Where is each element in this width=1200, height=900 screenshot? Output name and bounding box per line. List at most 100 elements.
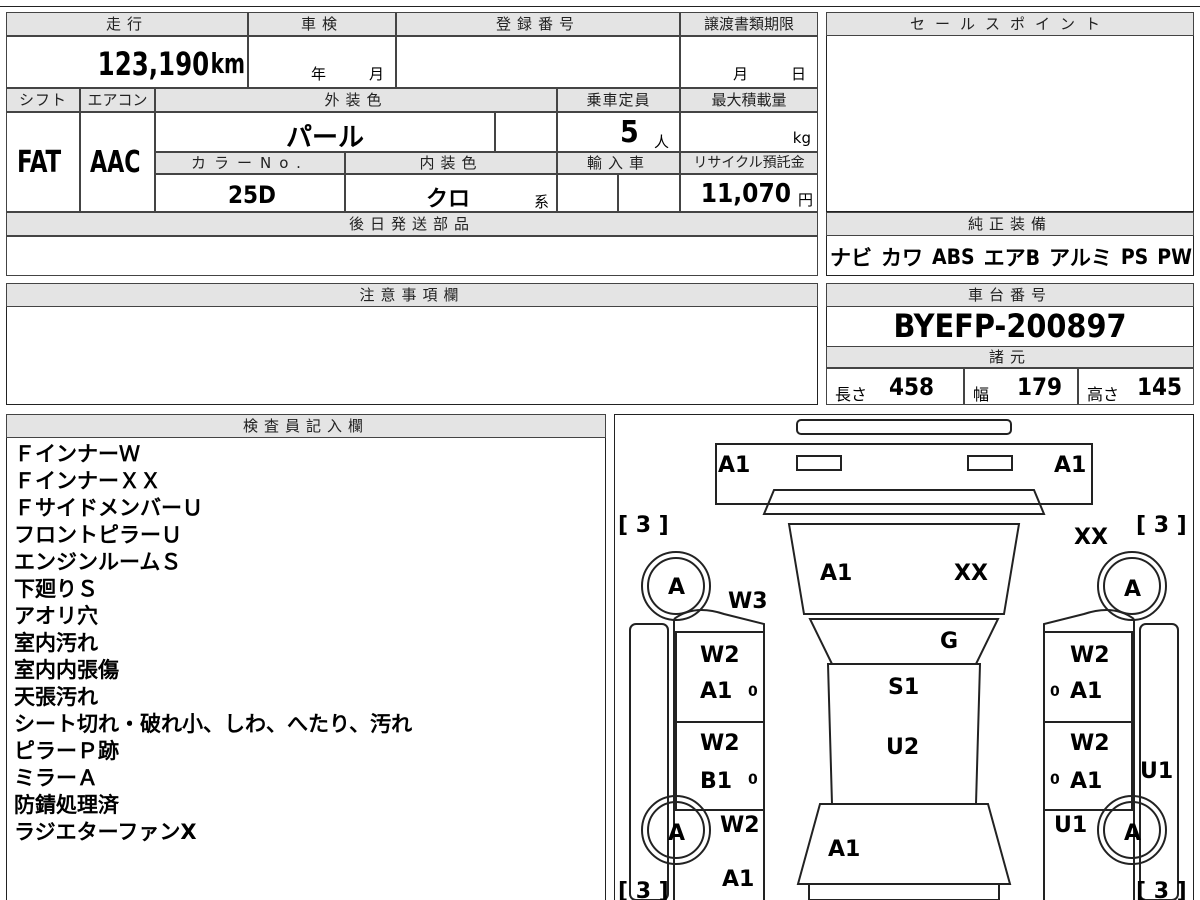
note-item: アオリ穴 (14, 604, 98, 628)
code-rl-door-bot: B1 (700, 769, 732, 794)
tire-rr-code: A (1124, 821, 1141, 846)
note-item: 室内汚れ (14, 631, 98, 655)
spec-height-cell: 高さ 145 (1078, 368, 1194, 405)
headlight-left-outline (796, 455, 842, 471)
bracket-fl: [ 3 ] (618, 513, 669, 538)
aircon-header: エアコン (80, 88, 155, 112)
bracket-rl: [ 3 ] (618, 879, 669, 900)
shaken-header: 車検 (248, 12, 396, 36)
recycle-unit: 円 (797, 191, 813, 209)
shift-cell: FAT (6, 112, 80, 212)
code-rear-quarter-right: U1 (1054, 813, 1087, 838)
tire-fr-code: A (1124, 577, 1141, 602)
note-item: フロントピラーＵ (14, 523, 182, 547)
exterior-header: 外装色 (155, 88, 557, 112)
caution-header: 注意事項欄 (6, 283, 818, 307)
mileage-value: 123,190 (97, 45, 209, 83)
note-item: ＦインナーＸＸ (14, 469, 161, 493)
chassis-number: BYEFP-200897 (893, 307, 1127, 345)
code-front-left: A1 (718, 453, 750, 478)
shaken-year-unit: 年 (311, 65, 327, 83)
code-side-right: U1 (1140, 759, 1173, 784)
genuine-item: PS (1120, 245, 1149, 269)
tire-fl-code: A (668, 575, 685, 600)
interior-header: 内装色 (345, 152, 557, 174)
code-roof-rear: U2 (886, 735, 919, 760)
spec-length-cell: 長さ 458 (826, 368, 964, 405)
color-no-value: 25D (228, 181, 276, 209)
genuine-item: PW (1157, 245, 1192, 269)
note-item: ＦインナーＷ (14, 442, 140, 466)
note-item: エンジンルームＳ (14, 550, 182, 574)
inspector-header: 検査員記入欄 (6, 414, 606, 438)
car-diagram: [ 3 ] [ 3 ] [ 3 ] [ 3 ] A A A A A1 A1 XX… (618, 419, 1187, 900)
aircon-value: AAC (90, 145, 141, 180)
code-cowl: G (940, 629, 958, 654)
transfer-month-unit: 月 (733, 65, 749, 83)
transfer-header: 譲渡書類期限 (680, 12, 818, 36)
code-hood-left: A1 (820, 561, 852, 586)
note-item: 防錆処理済 (14, 793, 119, 817)
genuine-item: カワ (881, 246, 923, 270)
recycle-value: 11,070 (700, 179, 791, 209)
top-stub (0, 0, 1200, 7)
shift-header: シフト (6, 88, 80, 112)
chassis-header: 車台番号 (826, 283, 1194, 307)
transfer-cell: 月 日 (680, 36, 818, 88)
mileage-cell: 123,190 km (6, 36, 248, 88)
code-rl-door-top: W2 (700, 731, 740, 756)
code-rr-door-bot: A1 (1070, 769, 1102, 794)
code-fr-door-top: W2 (1070, 643, 1110, 668)
spec-width-value: 179 (1017, 373, 1063, 401)
code-roof-front: S1 (888, 675, 919, 700)
genuine-header: 純正装備 (826, 212, 1194, 236)
code-trunk: A1 (828, 837, 860, 862)
spec-length-label: 長さ (835, 385, 868, 404)
max-load-unit: kg (792, 129, 811, 147)
import-cell-right (618, 174, 680, 212)
later-parts-header: 後日発送部品 (6, 212, 818, 236)
code-fender-left: W3 (728, 589, 768, 614)
hood-top-outline (762, 489, 1046, 515)
inspector-notes: ＦインナーＷ ＦインナーＸＸ ＦサイドメンバーＵ フロントピラーＵ エンジンルー… (14, 441, 412, 846)
import-header: 輸入車 (557, 152, 680, 174)
left-sill-outline (629, 623, 669, 900)
specs-header: 諸元 (826, 346, 1194, 368)
aircon-cell: AAC (80, 112, 155, 212)
exterior-cell: パール (155, 112, 495, 153)
import-cell-left (557, 174, 618, 212)
shaken-month-unit: 月 (369, 65, 385, 83)
spec-width-label: 幅 (973, 385, 990, 404)
registration-header: 登録番号 (396, 12, 680, 36)
spec-width-cell: 幅 179 (964, 368, 1078, 405)
genuine-item: ナビ (830, 246, 872, 270)
sale-points-box (826, 12, 1194, 212)
code-fl-door-bot: A1 (700, 679, 732, 704)
code-rr-door-top: W2 (1070, 731, 1110, 756)
code-hood-right: XX (954, 561, 988, 586)
note-item: 天張汚れ (14, 685, 98, 709)
tire-rl-code: A (668, 821, 685, 846)
capacity-cell: 5 人 (557, 112, 680, 152)
capacity-value: 5 (620, 115, 639, 150)
capacity-unit: 人 (654, 133, 670, 151)
mileage-unit: km (210, 47, 245, 80)
max-load-cell: kg (680, 112, 818, 152)
shift-value: FAT (17, 145, 62, 180)
code-rear-bumper: A1 (722, 867, 754, 892)
windshield-outline (808, 618, 1000, 665)
door-mark-rl: 0 (748, 772, 758, 788)
note-item: ＦサイドメンバーＵ (14, 496, 203, 520)
front-grille-outline (796, 419, 1012, 435)
later-parts-cell (6, 236, 818, 276)
code-front-right: A1 (1054, 453, 1086, 478)
spec-length-value: 458 (889, 373, 935, 401)
code-rear-quarter-left: W2 (720, 813, 760, 838)
color-no-header: カラーNo. (155, 152, 345, 174)
recycle-cell: 11,070 円 (680, 174, 818, 212)
note-item: ミラーＡ (14, 766, 98, 790)
recycle-header: リサイクル預託金 (680, 152, 818, 174)
capacity-header: 乗車定員 (557, 88, 680, 112)
spec-height-value: 145 (1137, 373, 1183, 401)
rear-bumper-outline (808, 883, 1000, 900)
